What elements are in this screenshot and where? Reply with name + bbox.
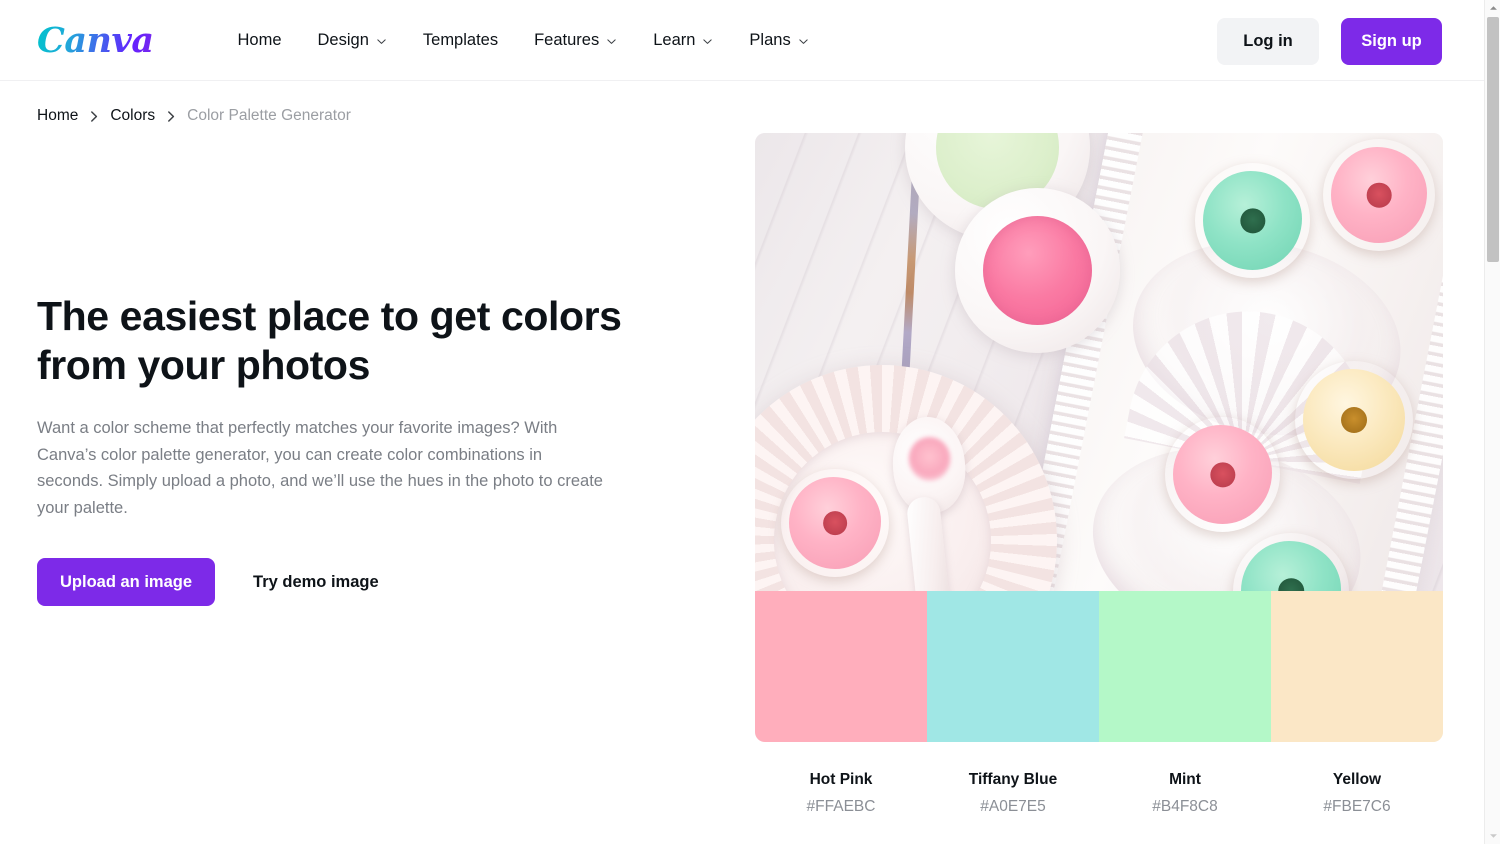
- photo-donut-yellow: [1295, 361, 1413, 479]
- browser-scrollbar[interactable]: [1484, 0, 1500, 844]
- photo-bowl-pink: [955, 188, 1120, 353]
- sample-photo-donuts[interactable]: [755, 133, 1443, 591]
- try-demo-image-button[interactable]: Try demo image: [253, 573, 379, 592]
- photo-donut-pink-top: [1323, 139, 1435, 251]
- color-swatch-mint[interactable]: [1099, 591, 1271, 742]
- scroll-up-arrow-icon[interactable]: [1485, 0, 1500, 16]
- hero-copy: The easiest place to get colors from you…: [37, 292, 637, 606]
- swatch-label-yellow: Yellow #FBE7C6: [1271, 770, 1443, 817]
- nav-item-features[interactable]: Features: [534, 31, 617, 50]
- hero-description: Want a color scheme that perfectly match…: [37, 419, 603, 517]
- swatch-hex[interactable]: #FFAEBC: [755, 797, 927, 817]
- nav-label: Templates: [422, 30, 499, 49]
- breadcrumb-item-current: Color Palette Generator: [187, 107, 351, 124]
- cta-row: Upload an image Try demo image: [37, 558, 637, 606]
- page-root: Canva Home Design Templates Features Lea…: [0, 0, 1500, 844]
- donut-hole: [823, 511, 847, 535]
- nav-item-templates[interactable]: Templates: [423, 31, 498, 50]
- nav-item-design[interactable]: Design: [318, 31, 387, 50]
- nav-label: Learn: [653, 30, 696, 49]
- nav-label: Design: [317, 30, 369, 49]
- swatch-hex[interactable]: #B4F8C8: [1099, 797, 1271, 817]
- site-header: Canva Home Design Templates Features Lea…: [0, 0, 1484, 81]
- swatch-label-tiffany-blue: Tiffany Blue #A0E7E5: [927, 770, 1099, 817]
- color-swatch-yellow[interactable]: [1271, 591, 1443, 742]
- header-actions: Log in Sign up: [1217, 18, 1442, 65]
- photo-donut-pink-plate: [781, 469, 889, 577]
- color-swatch-labels: Hot Pink #FFAEBC Tiffany Blue #A0E7E5 Mi…: [755, 770, 1443, 817]
- photo-donut-mint-top: [1195, 163, 1310, 278]
- swatch-label-mint: Mint #B4F8C8: [1099, 770, 1271, 817]
- login-button[interactable]: Log in: [1217, 18, 1319, 65]
- nav-item-plans[interactable]: Plans: [749, 31, 808, 50]
- chevron-right-icon: [166, 110, 176, 123]
- swatch-label-hot-pink: Hot Pink #FFAEBC: [755, 770, 927, 817]
- swatch-name: Tiffany Blue: [968, 771, 1058, 788]
- breadcrumb: Home Colors Color Palette Generator: [37, 107, 351, 125]
- chevron-down-icon: [606, 36, 617, 47]
- chevron-right-icon: [89, 110, 99, 123]
- color-swatch-hot-pink[interactable]: [755, 591, 927, 742]
- swatch-name: Hot Pink: [809, 771, 873, 788]
- photo-donut-pink-lower: [1165, 417, 1280, 532]
- color-swatch-strip: [755, 591, 1443, 742]
- breadcrumb-item-home[interactable]: Home: [37, 107, 78, 125]
- bowl-contents-pink: [983, 216, 1092, 325]
- swatch-hex[interactable]: #A0E7E5: [927, 797, 1099, 817]
- page-title: The easiest place to get colors from you…: [37, 293, 622, 388]
- chevron-down-icon: [702, 36, 713, 47]
- nav-label: Plans: [749, 30, 791, 49]
- chevron-down-icon: [798, 36, 809, 47]
- swatch-hex[interactable]: #FBE7C6: [1271, 797, 1443, 817]
- color-swatch-tiffany-blue[interactable]: [927, 591, 1099, 742]
- canva-logo[interactable]: Canva: [37, 23, 158, 58]
- scrollbar-thumb[interactable]: [1487, 17, 1499, 262]
- chevron-down-icon: [376, 36, 387, 47]
- nav-item-home[interactable]: Home: [238, 31, 282, 50]
- scroll-down-arrow-icon[interactable]: [1485, 828, 1500, 844]
- donut-hole: [1341, 407, 1367, 433]
- nav-label: Features: [534, 30, 600, 49]
- breadcrumb-item-colors[interactable]: Colors: [110, 107, 155, 125]
- upload-an-image-button[interactable]: Upload an image: [37, 558, 216, 606]
- palette-preview-card: [755, 133, 1443, 742]
- nav-item-learn[interactable]: Learn: [653, 31, 713, 50]
- donut-hole: [1366, 182, 1392, 208]
- nav-label: Home: [237, 30, 282, 49]
- main-navigation: Home Design Templates Features Learn Pla…: [238, 31, 809, 50]
- swatch-name: Mint: [1169, 771, 1201, 788]
- swatch-name: Yellow: [1332, 771, 1382, 788]
- signup-button[interactable]: Sign up: [1341, 18, 1442, 65]
